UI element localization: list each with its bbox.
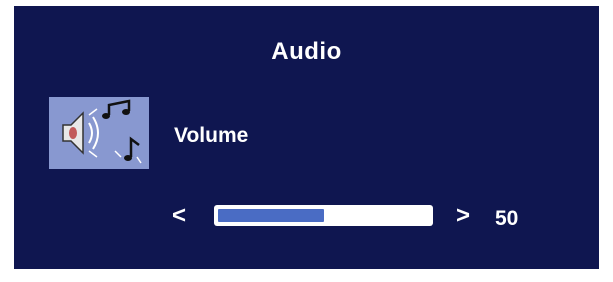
osd-audio-panel: Audio Volume < > 50 [14,6,599,269]
volume-slider-fill [218,209,324,222]
volume-value: 50 [495,207,519,230]
speaker-music-icon [49,97,149,169]
volume-slider[interactable] [214,205,433,226]
volume-label: Volume [174,124,249,147]
decrease-arrow-button[interactable]: < [172,204,186,228]
menu-title: Audio [271,38,342,65]
increase-arrow-button[interactable]: > [456,204,470,228]
